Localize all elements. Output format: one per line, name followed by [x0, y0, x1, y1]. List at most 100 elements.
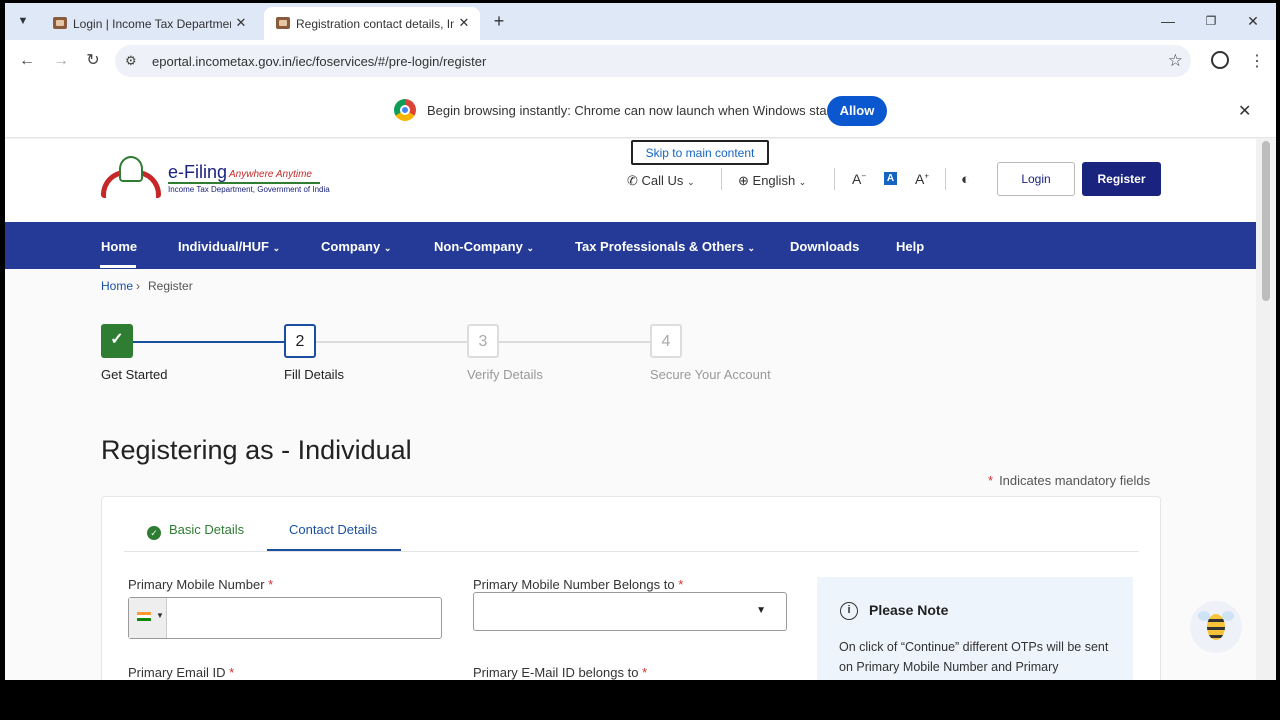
- step-2-number: 2: [284, 324, 316, 358]
- scrollbar-thumb[interactable]: [1262, 141, 1270, 301]
- reload-icon[interactable]: ↻: [83, 51, 103, 71]
- font-increase-button[interactable]: A+: [915, 171, 929, 187]
- menu-kebab-icon[interactable]: ⋮: [1249, 51, 1265, 71]
- chrome-logo-icon: [394, 99, 416, 121]
- chrome-infobar: Begin browsing instantly: Chrome can now…: [5, 82, 1276, 138]
- call-us-menu[interactable]: ✆ Call Us ⌄: [627, 173, 695, 189]
- globe-icon: ⊕: [738, 173, 749, 188]
- divider: [721, 168, 722, 190]
- tab-login[interactable]: Login | Income Tax Department ✕: [41, 7, 257, 40]
- font-decrease-label: A: [852, 171, 862, 187]
- asterisk: *: [988, 473, 994, 488]
- tab-contact-details[interactable]: Contact Details: [289, 522, 377, 537]
- note-text: On click of “Continue” different OTPs wi…: [839, 640, 1109, 674]
- profile-icon[interactable]: [1211, 51, 1229, 69]
- minimize-icon[interactable]: —: [1158, 11, 1178, 31]
- tab-strip: ▼ Login | Income Tax Department ✕ Regist…: [5, 3, 1276, 40]
- step-4-label: Secure Your Account: [650, 367, 771, 382]
- breadcrumb-separator: ›: [136, 279, 140, 293]
- site-favicon-icon: [276, 17, 290, 29]
- chevron-down-icon: ⌄: [798, 177, 807, 187]
- tab-registration[interactable]: Registration contact details, Inc ✕: [264, 7, 480, 40]
- step-1-check-icon: ✓: [101, 324, 133, 358]
- asterisk: *: [678, 577, 684, 592]
- breadcrumb-home[interactable]: Home: [101, 279, 133, 293]
- page-title: Registering as - Individual: [101, 435, 412, 465]
- step-4-number: 4: [650, 324, 682, 358]
- window-close-icon[interactable]: ✕: [1243, 11, 1263, 31]
- allow-button[interactable]: Allow: [827, 96, 887, 126]
- nav-home[interactable]: Home: [101, 239, 137, 254]
- page-scrollbar[interactable]: [1256, 139, 1276, 680]
- logo-underline: [168, 182, 320, 184]
- tab-basic-details[interactable]: ✓ Basic Details: [147, 522, 244, 540]
- page-content: e-Filing Anywhere Anytime Income Tax Dep…: [5, 139, 1256, 680]
- bookmark-star-icon[interactable]: ☆: [1168, 51, 1183, 71]
- mandatory-note: * Indicates mandatory fields: [988, 473, 1150, 488]
- tab-divider: [124, 551, 1139, 552]
- step-2-label: Fill Details: [284, 367, 344, 382]
- step-3-label: Verify Details: [467, 367, 543, 382]
- caret-down-icon: ▼: [156, 611, 164, 620]
- nav-company[interactable]: Company ⌄: [321, 239, 391, 254]
- site-header: e-Filing Anywhere Anytime Income Tax Dep…: [5, 139, 1256, 222]
- primary-mobile-input[interactable]: ▼: [128, 597, 442, 639]
- please-note-panel: i Please Note On click of “Continue” dif…: [817, 577, 1133, 680]
- mobile-belongs-select[interactable]: ▼: [473, 592, 787, 631]
- note-title: Please Note: [869, 602, 949, 618]
- nav-label: Tax Professionals & Others: [575, 239, 744, 254]
- nav-tax-professionals[interactable]: Tax Professionals & Others ⌄: [575, 239, 755, 254]
- govt-emblem-logo[interactable]: [101, 156, 161, 200]
- tab-label: Basic Details: [169, 522, 245, 537]
- restore-icon[interactable]: ❐: [1201, 11, 1221, 31]
- form-card: ✓ Basic Details Contact Details Primary M…: [101, 496, 1161, 680]
- nav-label: Individual/HUF: [178, 239, 269, 254]
- font-increase-label: A: [915, 171, 925, 187]
- forward-arrow-icon[interactable]: →: [51, 51, 71, 71]
- tab-search-icon[interactable]: ▼: [14, 12, 32, 30]
- step-1-label: Get Started: [101, 367, 168, 382]
- main-nav: Home Individual/HUF ⌄ Company ⌄ Non-Comp…: [5, 222, 1256, 269]
- nav-non-company[interactable]: Non-Company ⌄: [434, 239, 534, 254]
- divider: [945, 168, 946, 190]
- contrast-icon[interactable]: ◐: [961, 171, 970, 188]
- label-text: Primary Mobile Number: [128, 577, 265, 592]
- font-decrease-button[interactable]: A−: [852, 171, 866, 187]
- new-tab-plus-icon[interactable]: +: [489, 11, 509, 31]
- mandatory-note-text: Indicates mandatory fields: [999, 473, 1151, 488]
- language-menu[interactable]: ⊕ English ⌄: [738, 173, 806, 189]
- step-connector: [499, 341, 650, 343]
- close-icon[interactable]: ✕: [233, 15, 249, 31]
- label-text: Primary Email ID: [128, 665, 226, 680]
- url-text[interactable]: eportal.incometax.gov.in/iec/foservices/…: [152, 54, 486, 69]
- login-button[interactable]: Login: [997, 162, 1075, 196]
- back-arrow-icon[interactable]: ←: [17, 51, 37, 71]
- label-text: Primary Mobile Number Belongs to: [473, 577, 675, 592]
- step-3-number: 3: [467, 324, 499, 358]
- asterisk: *: [642, 665, 648, 680]
- chevron-down-icon: ⌄: [383, 243, 392, 253]
- divider: [834, 168, 835, 190]
- call-us-label: Call Us: [641, 173, 684, 188]
- font-normal-button[interactable]: A: [884, 172, 897, 185]
- nav-help[interactable]: Help: [896, 239, 924, 254]
- nav-active-indicator: [100, 265, 136, 268]
- address-bar[interactable]: ⚙ eportal.incometax.gov.in/iec/foservice…: [115, 45, 1191, 77]
- nav-downloads[interactable]: Downloads: [790, 239, 859, 254]
- screen: ▼ Login | Income Tax Department ✕ Regist…: [0, 0, 1280, 720]
- site-settings-icon[interactable]: ⚙: [125, 53, 137, 69]
- skip-to-main-link[interactable]: Skip to main content: [631, 140, 769, 165]
- nav-individual-huf[interactable]: Individual/HUF ⌄: [178, 239, 280, 254]
- close-icon[interactable]: ✕: [456, 15, 472, 31]
- logo-title[interactable]: e-Filing: [168, 162, 227, 183]
- asterisk: *: [229, 665, 235, 680]
- nav-label: Company: [321, 239, 381, 254]
- label-text: Primary E-Mail ID belongs to: [473, 665, 639, 680]
- country-code-select[interactable]: ▼: [129, 598, 167, 638]
- infobar-close-icon[interactable]: ✕: [1238, 101, 1251, 121]
- primary-email-label: Primary Email ID *: [128, 665, 234, 680]
- nav-label: Non-Company: [434, 239, 523, 254]
- chatbot-bee-icon[interactable]: [1190, 601, 1242, 653]
- phone-icon: ✆: [627, 173, 638, 188]
- register-button[interactable]: Register: [1082, 162, 1161, 196]
